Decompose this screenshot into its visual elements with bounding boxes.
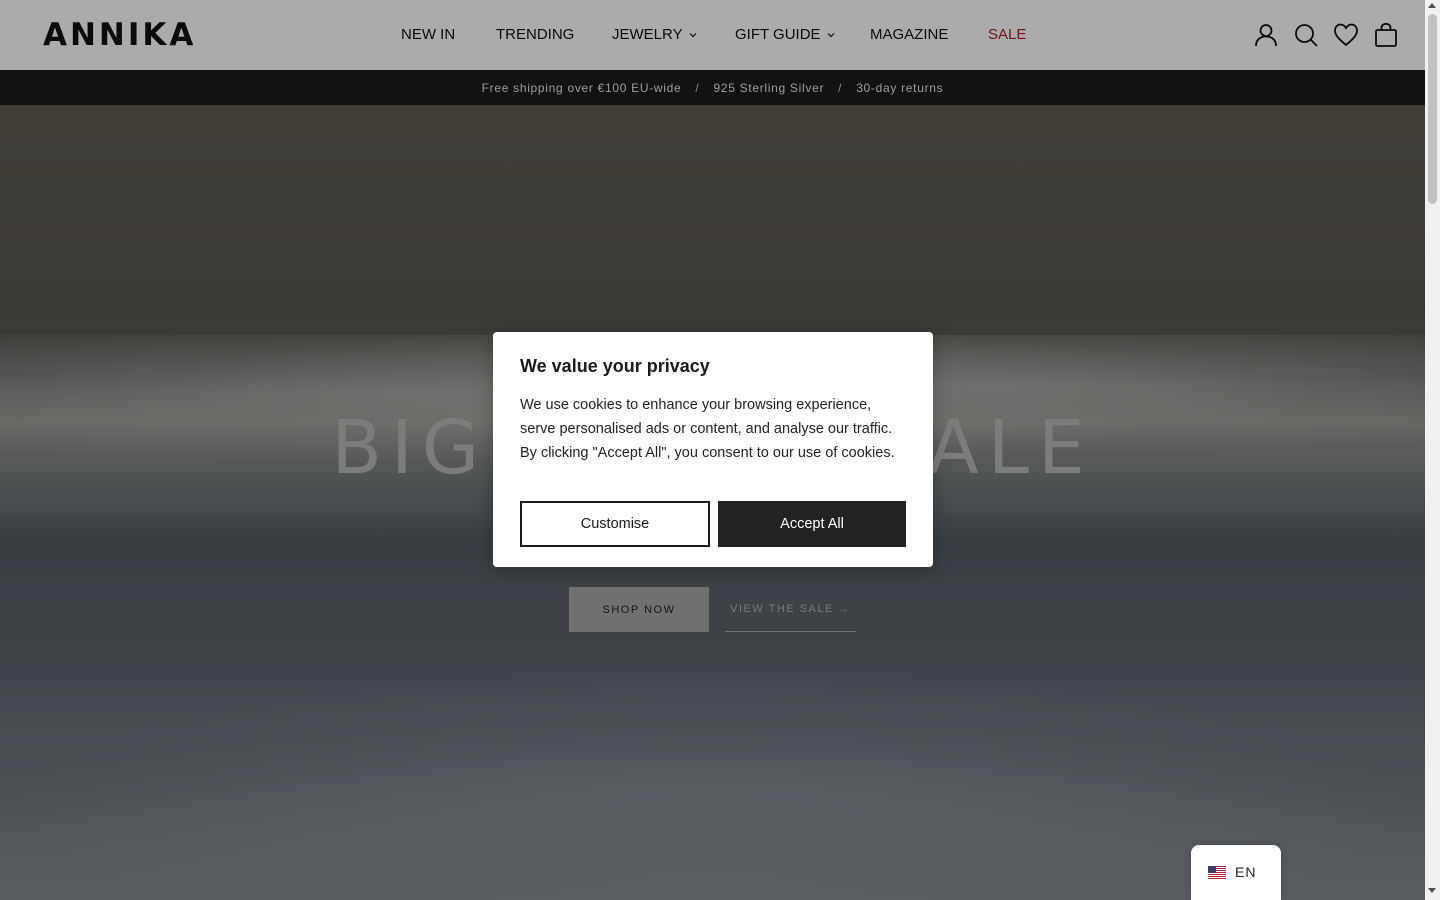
page-scrollbar[interactable]	[1425, 0, 1440, 900]
scrollbar-thumb[interactable]	[1428, 14, 1437, 204]
accept-all-button[interactable]: Accept All	[718, 501, 906, 547]
modal-actions: Customise Accept All	[520, 501, 906, 547]
scroll-down-arrow-icon[interactable]	[1428, 888, 1436, 893]
cookie-consent-modal: We value your privacy We use cookies to …	[493, 332, 933, 567]
scroll-up-arrow-icon[interactable]	[1428, 3, 1436, 8]
modal-text: We use cookies to enhance your browsing …	[520, 397, 895, 461]
customise-button[interactable]: Customise	[520, 501, 710, 547]
language-switcher[interactable]: EN	[1191, 845, 1281, 900]
us-flag-icon	[1208, 866, 1226, 879]
language-label: EN	[1235, 864, 1257, 880]
modal-title: We value your privacy	[520, 356, 710, 376]
